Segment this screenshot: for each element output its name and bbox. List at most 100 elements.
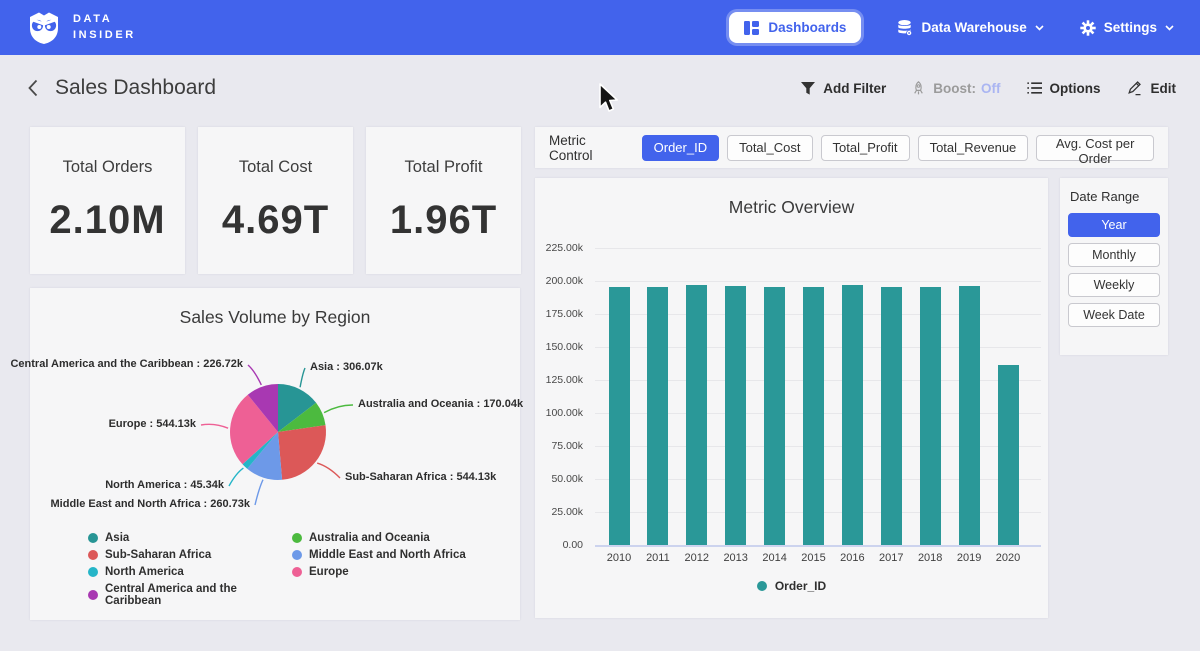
data-warehouse-menu[interactable]: Data Warehouse — [897, 20, 1043, 36]
x-axis-tick-label: 2017 — [872, 552, 910, 564]
bar[interactable] — [959, 286, 980, 545]
pie-callout-line — [201, 424, 228, 428]
date-range-label: Date Range — [1070, 189, 1160, 204]
legend-item: Middle East and North Africa — [292, 549, 466, 561]
legend-item: Sub-Saharan Africa — [88, 549, 284, 561]
x-axis-tick-label: 2019 — [950, 552, 988, 564]
metric-option-button[interactable]: Total_Cost — [727, 135, 812, 161]
y-axis-tick-label: 100.00k — [535, 407, 583, 419]
y-axis-tick-label: 50.00k — [535, 473, 583, 485]
kpi-row: Total Orders2.10MTotal Cost4.69TTotal Pr… — [30, 127, 521, 274]
dashboards-grid-icon — [744, 21, 759, 35]
bar[interactable] — [803, 287, 824, 545]
edit-pencil-icon — [1127, 80, 1143, 96]
bar[interactable] — [764, 287, 785, 545]
add-filter-label: Add Filter — [823, 81, 886, 96]
metric-option-button[interactable]: Avg. Cost per Order — [1036, 135, 1154, 161]
legend-marker — [757, 581, 767, 591]
metric-option-button[interactable]: Total_Revenue — [918, 135, 1029, 161]
edit-button[interactable]: Edit — [1127, 80, 1177, 96]
bar[interactable] — [609, 287, 630, 545]
pie-callout-label: North America : 45.34k — [105, 479, 224, 491]
x-axis-tick-label: 2015 — [795, 552, 833, 564]
bar[interactable] — [725, 286, 746, 545]
back-button[interactable] — [24, 75, 42, 101]
brand-logo[interactable]: DATA INSIDER — [26, 10, 136, 46]
pie-callout-line — [248, 365, 261, 385]
legend-marker — [88, 567, 98, 577]
legend-item: Central America and the Caribbean — [88, 583, 284, 607]
pie-callout-label: Europe : 544.13k — [109, 418, 196, 430]
date-range-options: Year Monthly Weekly Week Date — [1068, 213, 1160, 327]
pie-chart-legend: Asia Australia and Oceania Sub-Saharan Afr… — [88, 532, 466, 607]
pie-callout-label: Australia and Oceania : 170.04k — [358, 398, 523, 410]
date-range-option-button[interactable]: Weekly — [1068, 273, 1160, 297]
legend-item: North America — [88, 566, 284, 578]
pie-callout-line — [324, 405, 353, 413]
date-range-card: Date Range Year Monthly Weekly Week Date — [1060, 178, 1168, 355]
legend-marker — [88, 533, 98, 543]
boost-label: Boost: — [933, 81, 976, 96]
x-axis-tick-label: 2020 — [989, 552, 1027, 564]
back-chevron-icon — [28, 79, 38, 97]
y-axis-tick-label: 175.00k — [535, 308, 583, 320]
bar[interactable] — [920, 287, 941, 545]
legend-marker — [88, 590, 98, 600]
bar[interactable] — [842, 285, 863, 545]
metric-option-button[interactable]: Order_ID — [642, 135, 719, 161]
metric-option-button[interactable]: Total_Profit — [821, 135, 910, 161]
bar-chart-legend: Order_ID — [535, 579, 1048, 593]
legend-label: Middle East and North Africa — [309, 549, 466, 561]
x-axis-line — [595, 545, 1041, 547]
legend-label: Central America and the Caribbean — [105, 583, 284, 607]
x-axis-tick-label: 2010 — [600, 552, 638, 564]
settings-menu[interactable]: Settings — [1080, 20, 1174, 36]
brand-text: DATA INSIDER — [73, 12, 136, 44]
kpi-card: Total Profit1.96T — [366, 127, 521, 274]
pie-callout-line — [229, 468, 243, 486]
dashboards-button[interactable]: Dashboards — [729, 12, 861, 43]
options-button[interactable]: Options — [1027, 81, 1101, 96]
metric-control-bar: Metric Control Order_ID Total_Cost Total_P… — [535, 127, 1168, 168]
pie-slice[interactable] — [278, 425, 326, 480]
brand-line2: INSIDER — [73, 28, 136, 44]
legend-marker — [292, 567, 302, 577]
filter-icon — [801, 82, 815, 95]
kpi-card: Total Cost4.69T — [198, 127, 353, 274]
data-warehouse-label: Data Warehouse — [921, 20, 1026, 35]
x-axis-tick-label: 2012 — [678, 552, 716, 564]
x-axis-tick-label: 2011 — [639, 552, 677, 564]
gridline — [595, 281, 1041, 282]
y-axis-tick-label: 25.00k — [535, 506, 583, 518]
kpi-value: 1.96T — [366, 198, 521, 243]
x-axis-tick-label: 2016 — [833, 552, 871, 564]
legend-marker — [292, 533, 302, 543]
gear-icon — [1080, 20, 1096, 36]
bar[interactable] — [998, 365, 1019, 545]
bar[interactable] — [881, 287, 902, 545]
navbar-menu: Dashboards Data Warehouse — [729, 12, 1174, 43]
metric-overview-card: Metric Overview 225.00k200.00k175.00k150… — [535, 178, 1048, 618]
rocket-icon — [912, 81, 925, 96]
pie-callout-label: Middle East and North Africa : 260.73k — [51, 498, 250, 510]
boost-toggle[interactable]: Boost: Off — [912, 81, 1000, 96]
legend-label: North America — [105, 566, 184, 578]
y-axis-tick-label: 0.00 — [535, 539, 583, 551]
brand-line1: DATA — [73, 12, 136, 28]
metric-control-label: Metric Control — [549, 133, 630, 163]
x-axis-tick-label: 2013 — [717, 552, 755, 564]
boost-state: Off — [981, 81, 1001, 96]
bar[interactable] — [647, 287, 668, 545]
legend-item: Australia and Oceania — [292, 532, 466, 544]
date-range-option-button[interactable]: Year — [1068, 213, 1160, 237]
chevron-down-icon — [1165, 25, 1174, 31]
bar[interactable] — [686, 285, 707, 545]
date-range-option-button[interactable]: Week Date — [1068, 303, 1160, 327]
date-range-option-button[interactable]: Monthly — [1068, 243, 1160, 267]
pie-callout-label: Asia : 306.07k — [310, 361, 383, 373]
pie-callout-line — [300, 368, 305, 387]
sales-volume-card: Sales Volume by Region Asia : 306.07kAus… — [30, 288, 520, 620]
legend-label: Asia — [105, 532, 129, 544]
legend-item: Asia — [88, 532, 284, 544]
add-filter-button[interactable]: Add Filter — [801, 81, 886, 96]
